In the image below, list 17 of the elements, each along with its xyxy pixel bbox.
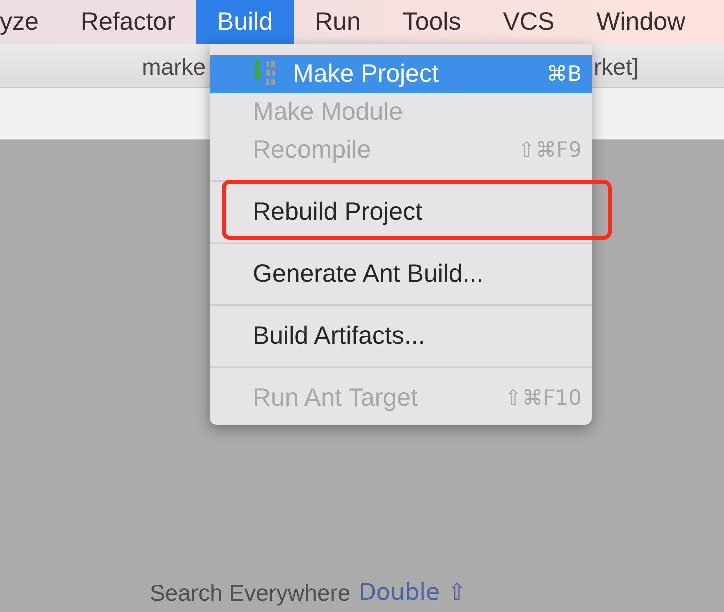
menu-bar-item[interactable]: VCS [482, 0, 576, 44]
shortcut-label: ⇧⌘F9 [518, 140, 582, 160]
shortcut-hint: Double ⇧ [358, 578, 467, 608]
window-title: rket] [594, 53, 639, 82]
menu-item[interactable]: Build Artifacts... [210, 317, 592, 355]
menu-bar-item[interactable]: Build [196, 0, 294, 44]
hint-text: Search Everywhere [150, 578, 351, 608]
menu-bar-item[interactable]: Window [576, 0, 707, 44]
menu-bar-item[interactable]: Run [294, 0, 382, 44]
shortcut-label: ⇧⌘F10 [504, 388, 582, 408]
menu-bar-item[interactable]: Refactor [60, 0, 196, 44]
menu-bar-item[interactable]: Tools [382, 0, 482, 44]
menu-item[interactable]: Generate Ant Build... [210, 255, 592, 293]
window-title: marke [142, 53, 206, 82]
menu-item[interactable]: Rebuild Project [210, 193, 592, 231]
menu-bar-item[interactable]: yze [0, 0, 60, 44]
shortcut-label: ⌘B [546, 64, 582, 84]
